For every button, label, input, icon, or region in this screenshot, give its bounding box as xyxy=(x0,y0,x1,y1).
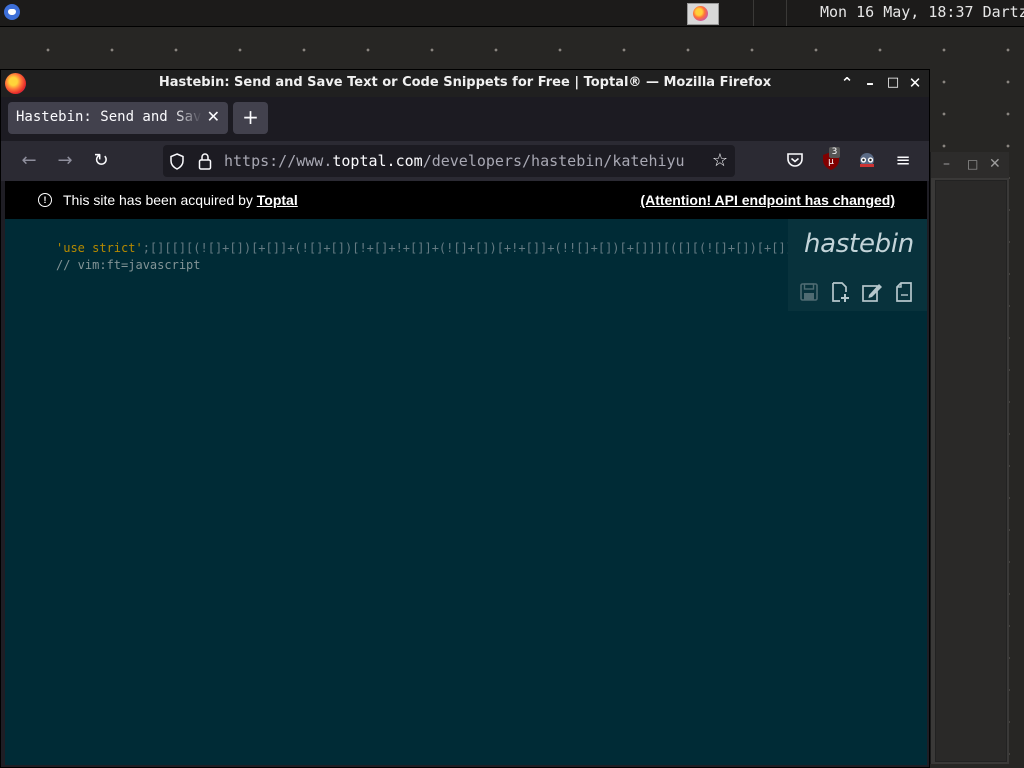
minimize-icon[interactable]: – xyxy=(943,156,950,172)
acquisition-banner: ! This site has been acquired by Toptal … xyxy=(5,181,927,219)
app-menu-icon[interactable] xyxy=(4,4,20,20)
lock-icon[interactable] xyxy=(198,152,212,170)
hamburger-menu-icon[interactable]: ≡ xyxy=(891,149,915,173)
url-bar[interactable]: https://www.toptal.com/developers/hasteb… xyxy=(163,145,735,177)
close-button[interactable]: ✕ xyxy=(906,73,924,93)
new-document-icon[interactable] xyxy=(829,281,851,303)
firefox-icon xyxy=(693,6,708,21)
taskbar-firefox-button[interactable] xyxy=(687,3,719,25)
bookmark-star-icon[interactable]: ☆ xyxy=(708,149,732,173)
url-path: /developers/hastebin/katehiyu xyxy=(422,152,685,170)
panel-separator xyxy=(786,0,787,26)
panel-clock: Mon 16 May, 18:37 Dartz xyxy=(820,3,1024,21)
background-window-titlebar[interactable]: – □ ✕ xyxy=(931,152,1009,178)
banner-message: This site has been acquired by Toptal xyxy=(63,192,298,208)
navigation-toolbar: ← → ↻ https://www.toptal.com/developers/… xyxy=(1,141,929,181)
maximize-button[interactable]: □ xyxy=(884,73,902,93)
code-line-2: // vim:ft=javascript xyxy=(56,258,201,272)
tab-hastebin[interactable]: Hastebin: Send and Save Text or Code Sni… xyxy=(8,102,228,134)
shield-icon[interactable] xyxy=(169,153,185,170)
tab-label: Hastebin: Send and Save Text or Code Sni… xyxy=(16,109,202,125)
privacy-extension-icon[interactable] xyxy=(857,152,877,170)
forward-arrow-icon[interactable]: → xyxy=(53,149,77,173)
duplicate-edit-icon[interactable] xyxy=(861,281,883,303)
window-title: Hastebin: Send and Save Text or Code Sni… xyxy=(158,75,772,90)
clock-text: Mon 16 May, 18:37 xyxy=(820,3,974,21)
raw-text-icon[interactable] xyxy=(893,281,915,303)
top-panel: Mon 16 May, 18:37 Dartz xyxy=(0,0,1024,27)
hastebin-toolbox: hastebin xyxy=(788,219,927,311)
background-window[interactable]: – □ ✕ xyxy=(930,152,1009,764)
tab-close-icon[interactable]: ✕ xyxy=(207,107,220,126)
toptal-link[interactable]: Toptal xyxy=(257,192,298,208)
url-host: toptal.com xyxy=(332,152,423,170)
background-window-content xyxy=(935,180,1007,762)
pocket-icon[interactable] xyxy=(786,152,804,169)
extension-badge: 3 xyxy=(829,147,840,158)
api-notice-link[interactable]: (Attention! API endpoint has changed) xyxy=(640,192,895,208)
banner-prefix: This site has been acquired by xyxy=(63,192,257,208)
code-view[interactable]: 'use strict';[][[][(![]+[])[+[]]+(![]+[]… xyxy=(56,240,790,274)
info-icon: ! xyxy=(38,193,52,207)
code-text: ;[][[][(![]+[])[+[]]+(![]+[])[!+[]+!+[]]… xyxy=(142,241,790,255)
firefox-window: Hastebin: Send and Save Text or Code Sni… xyxy=(0,69,930,768)
chevron-up-icon[interactable]: ⌃ xyxy=(838,73,856,93)
back-arrow-icon[interactable]: ← xyxy=(17,149,41,173)
save-icon[interactable] xyxy=(798,281,820,303)
user-name: Dartz xyxy=(982,3,1024,21)
panel-separator xyxy=(753,0,754,26)
reload-icon[interactable]: ↻ xyxy=(89,149,113,173)
new-tab-button[interactable]: + xyxy=(233,102,268,134)
code-line-1: 'use strict';[][[][(![]+[])[+[]]+(![]+[]… xyxy=(56,240,790,257)
window-titlebar[interactable]: Hastebin: Send and Save Text or Code Sni… xyxy=(1,70,929,97)
svg-text:μ: μ xyxy=(828,157,834,167)
tab-bar: Hastebin: Send and Save Text or Code Sni… xyxy=(1,97,929,141)
url-text[interactable]: https://www.toptal.com/developers/hasteb… xyxy=(224,152,700,170)
close-icon[interactable]: ✕ xyxy=(989,156,1001,172)
url-scheme: https://www. xyxy=(224,152,333,170)
maximize-icon[interactable]: □ xyxy=(967,157,978,171)
minimize-button[interactable]: – xyxy=(861,73,879,93)
hastebin-editor[interactable]: 'use strict';[][[][(![]+[])[+[]]+(![]+[]… xyxy=(5,219,927,765)
hastebin-logo[interactable]: hastebin xyxy=(804,229,914,259)
code-string: 'use strict' xyxy=(56,241,143,255)
